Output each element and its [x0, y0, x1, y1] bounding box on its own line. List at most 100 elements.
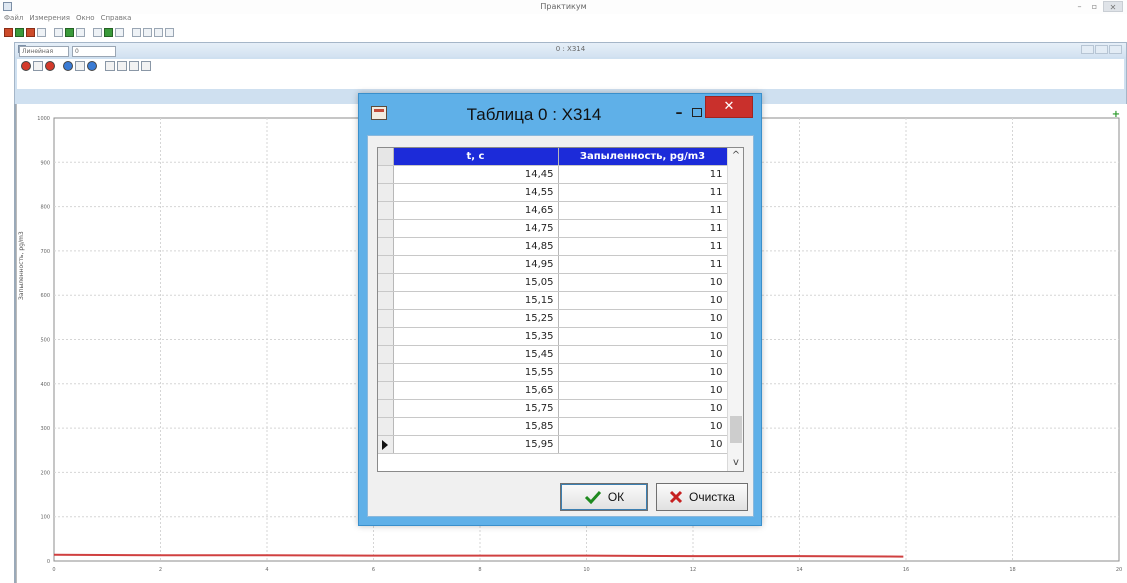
- row-indicator[interactable]: [378, 201, 394, 220]
- row-indicator[interactable]: [378, 327, 394, 346]
- cell-dust[interactable]: 10: [558, 273, 728, 292]
- table-row[interactable]: 14,55 11: [378, 183, 728, 202]
- table-row[interactable]: 15,55 10: [378, 363, 728, 382]
- cell-time[interactable]: 14,55: [393, 183, 559, 202]
- chevron-down-icon[interactable]: v: [728, 455, 743, 471]
- layout-1-icon[interactable]: [132, 27, 141, 37]
- table-row[interactable]: 15,45 10: [378, 345, 728, 364]
- row-indicator[interactable]: [378, 255, 394, 274]
- cell-dust[interactable]: 10: [558, 309, 728, 328]
- menu-file[interactable]: Файл: [4, 14, 23, 25]
- cell-dust[interactable]: 11: [558, 219, 728, 238]
- dialog-maximize-button[interactable]: [687, 105, 705, 121]
- cell-time[interactable]: 15,55: [393, 363, 559, 382]
- window-icon[interactable]: [93, 27, 102, 37]
- cell-time[interactable]: 14,45: [393, 165, 559, 184]
- row-indicator[interactable]: [378, 165, 394, 184]
- table-row[interactable]: 14,75 11: [378, 219, 728, 238]
- dialog-close-button[interactable]: ✕: [705, 96, 753, 118]
- cell-dust[interactable]: 10: [558, 417, 728, 436]
- cell-dust[interactable]: 11: [558, 201, 728, 220]
- cell-time[interactable]: 15,35: [393, 327, 559, 346]
- cell-time[interactable]: 15,65: [393, 381, 559, 400]
- table-row[interactable]: 14,95 11: [378, 255, 728, 274]
- cell-dust[interactable]: 10: [558, 327, 728, 346]
- cell-time[interactable]: 14,95: [393, 255, 559, 274]
- cursor-icon[interactable]: [105, 61, 115, 71]
- cell-time[interactable]: 14,65: [393, 201, 559, 220]
- cell-dust[interactable]: 10: [558, 363, 728, 382]
- x-axis-icon[interactable]: [75, 61, 85, 71]
- chart-icon[interactable]: [65, 27, 74, 37]
- y-zoom-in-icon[interactable]: [21, 61, 31, 71]
- table-row[interactable]: 15,35 10: [378, 327, 728, 346]
- cell-time[interactable]: 14,75: [393, 219, 559, 238]
- table-icon[interactable]: [54, 27, 63, 37]
- row-indicator[interactable]: [378, 363, 394, 382]
- row-indicator[interactable]: [378, 237, 394, 256]
- window-tile-icon[interactable]: [104, 27, 113, 37]
- cell-time[interactable]: 15,45: [393, 345, 559, 364]
- table-row[interactable]: 14,45 11: [378, 165, 728, 184]
- data-grid[interactable]: t, c Запыленность, pg/m3 14,45 11 14,55 11 1…: [377, 147, 744, 472]
- cell-time[interactable]: 14,85: [393, 237, 559, 256]
- menu-window[interactable]: Окно: [76, 14, 95, 25]
- layout-3-icon[interactable]: [154, 27, 163, 37]
- cell-dust[interactable]: 10: [558, 381, 728, 400]
- child-minimize-button[interactable]: [1081, 45, 1094, 54]
- cell-time[interactable]: 15,05: [393, 273, 559, 292]
- add-series-button[interactable]: +: [1111, 110, 1121, 120]
- record-icon[interactable]: [26, 27, 35, 37]
- table-row[interactable]: 15,15 10: [378, 291, 728, 310]
- x-zoom-in-icon[interactable]: [63, 61, 73, 71]
- row-indicator[interactable]: [378, 273, 394, 292]
- series-index-input[interactable]: 0: [72, 46, 116, 57]
- cell-dust[interactable]: 10: [558, 291, 728, 310]
- menu-help[interactable]: Справка: [101, 14, 132, 25]
- row-indicator[interactable]: [378, 219, 394, 238]
- row-indicator[interactable]: [378, 291, 394, 310]
- table-row[interactable]: 15,85 10: [378, 417, 728, 436]
- row-indicator[interactable]: [378, 417, 394, 436]
- minimize-button[interactable]: –: [1073, 1, 1086, 12]
- open-icon[interactable]: [4, 27, 13, 37]
- table-row[interactable]: 14,65 11: [378, 201, 728, 220]
- row-indicator[interactable]: [378, 183, 394, 202]
- column-header-dust[interactable]: Запыленность, pg/m3: [558, 148, 728, 166]
- child-close-button[interactable]: [1109, 45, 1122, 54]
- close-button[interactable]: ✕: [1103, 1, 1123, 12]
- save-icon[interactable]: [15, 27, 24, 37]
- column-header-time[interactable]: t, c: [393, 148, 559, 166]
- vertical-scrollbar[interactable]: ^ v: [727, 148, 743, 471]
- table-row[interactable]: 15,25 10: [378, 309, 728, 328]
- cell-dust[interactable]: 11: [558, 165, 728, 184]
- scale-icon[interactable]: [141, 61, 151, 71]
- table-row[interactable]: 15,75 10: [378, 399, 728, 418]
- table-row[interactable]: 15,05 10: [378, 273, 728, 292]
- menu-measurements[interactable]: Измерения: [29, 14, 70, 25]
- cell-dust[interactable]: 11: [558, 183, 728, 202]
- table-row[interactable]: 14,85 11: [378, 237, 728, 256]
- row-indicator[interactable]: [378, 345, 394, 364]
- window-cascade-icon[interactable]: [115, 27, 124, 37]
- series-type-select[interactable]: Линейная: [19, 46, 69, 57]
- cell-dust[interactable]: 11: [558, 255, 728, 274]
- cell-dust[interactable]: 10: [558, 345, 728, 364]
- y-zoom-out-icon[interactable]: [45, 61, 55, 71]
- row-indicator[interactable]: [378, 381, 394, 400]
- cell-time[interactable]: 15,85: [393, 417, 559, 436]
- clear-button[interactable]: Очистка: [656, 483, 748, 511]
- cell-time[interactable]: 15,75: [393, 399, 559, 418]
- ok-button[interactable]: ОК: [560, 483, 648, 511]
- cell-dust[interactable]: 10: [558, 435, 728, 454]
- grid-icon[interactable]: [129, 61, 139, 71]
- row-indicator[interactable]: [378, 309, 394, 328]
- table-row[interactable]: 15,95 10: [378, 435, 728, 454]
- row-indicator[interactable]: [378, 435, 394, 454]
- scrollbar-thumb[interactable]: [730, 416, 742, 443]
- export-icon[interactable]: [76, 27, 85, 37]
- table-row[interactable]: 15,65 10: [378, 381, 728, 400]
- layout-4-icon[interactable]: [165, 27, 174, 37]
- marker-icon[interactable]: [117, 61, 127, 71]
- text-icon[interactable]: [37, 27, 46, 37]
